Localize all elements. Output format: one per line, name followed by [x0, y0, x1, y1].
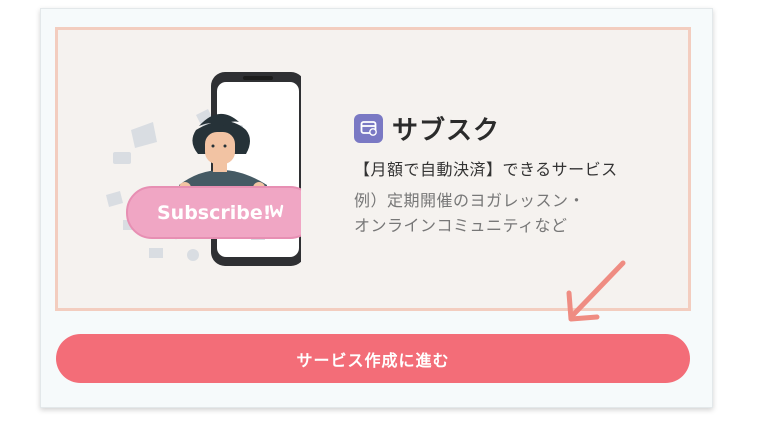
service-card: Subscribe! サブスク 【月額で自動決済】できるサービス 例）定期開催の…: [40, 8, 713, 408]
subscribe-badge-text: Subscribe!: [157, 202, 271, 224]
title-row: サブスク: [354, 108, 674, 148]
service-example: 例）定期開催のヨガレッスン・ オンラインコミュニティなど: [354, 188, 674, 238]
credit-card-icon: [354, 113, 383, 143]
subscribe-illustration: Subscribe!: [101, 70, 316, 280]
create-service-button[interactable]: サービス作成に進む: [56, 334, 690, 383]
service-title: サブスク: [392, 115, 501, 146]
example-line-2: オンラインコミュニティなど: [354, 216, 568, 235]
pointer-arrow-icon: [559, 259, 629, 333]
service-tagline: 【月額で自動決済】できるサービス: [354, 160, 618, 179]
example-line-1: 例）定期開催のヨガレッスン・: [354, 191, 586, 210]
service-info: サブスク 【月額で自動決済】できるサービス 例）定期開催のヨガレッスン・ オンラ…: [354, 108, 674, 238]
